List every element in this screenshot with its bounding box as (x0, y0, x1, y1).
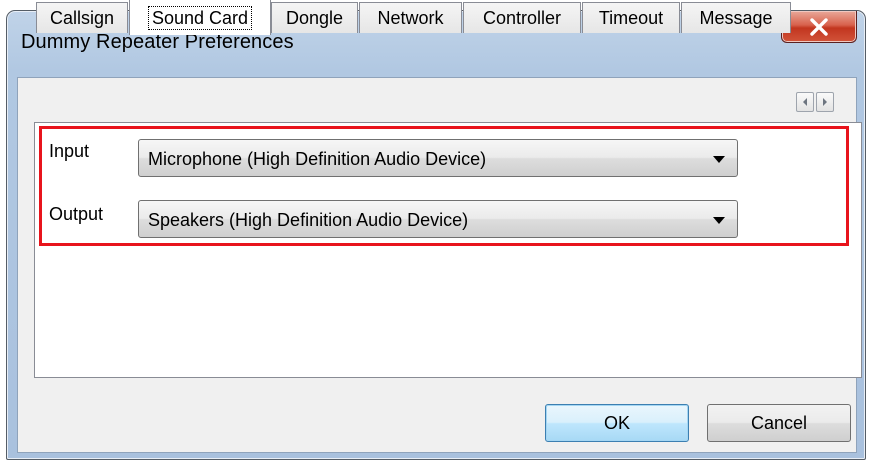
output-device-select[interactable]: Speakers (High Definition Audio Device) (138, 200, 738, 238)
close-button[interactable] (781, 11, 857, 43)
tab-scroll-buttons (796, 92, 834, 112)
input-device-value: Microphone (High Definition Audio Device… (148, 149, 487, 169)
tab-label: Callsign (49, 7, 115, 28)
tab-label: Network (377, 7, 444, 28)
output-device-value: Speakers (High Definition Audio Device) (148, 210, 469, 230)
tab-message[interactable]: Message (681, 2, 791, 33)
output-label: Output (49, 204, 104, 224)
chevron-down-icon (713, 217, 725, 224)
scroll-right-arrow-icon (823, 98, 827, 106)
tab-controller[interactable]: Controller (463, 2, 581, 33)
tab-timeout[interactable]: Timeout (582, 2, 680, 33)
tab-label: Timeout (598, 7, 664, 28)
tab-scroll-left-button[interactable] (796, 92, 814, 112)
cancel-button[interactable]: Cancel (707, 404, 851, 442)
tab-callsign[interactable]: Callsign (36, 2, 128, 33)
ok-button-label: OK (603, 412, 630, 433)
tab-label: Controller (482, 7, 562, 28)
cancel-button-label: Cancel (750, 412, 808, 433)
chevron-down-icon (713, 156, 725, 163)
tab-sound-card[interactable]: Sound Card (129, 0, 271, 35)
scroll-left-arrow-icon (803, 98, 807, 106)
close-icon (810, 17, 828, 36)
input-label: Input (49, 141, 90, 161)
tab-dongle[interactable]: Dongle (271, 2, 358, 33)
tab-network[interactable]: Network (359, 2, 462, 33)
tab-scroll-right-button[interactable] (816, 92, 834, 112)
tab-label: Sound Card (147, 5, 253, 30)
ok-button[interactable]: OK (545, 404, 689, 442)
input-device-select[interactable]: Microphone (High Definition Audio Device… (138, 139, 738, 177)
tab-label: Message (699, 7, 773, 28)
tab-label: Dongle (285, 7, 344, 28)
